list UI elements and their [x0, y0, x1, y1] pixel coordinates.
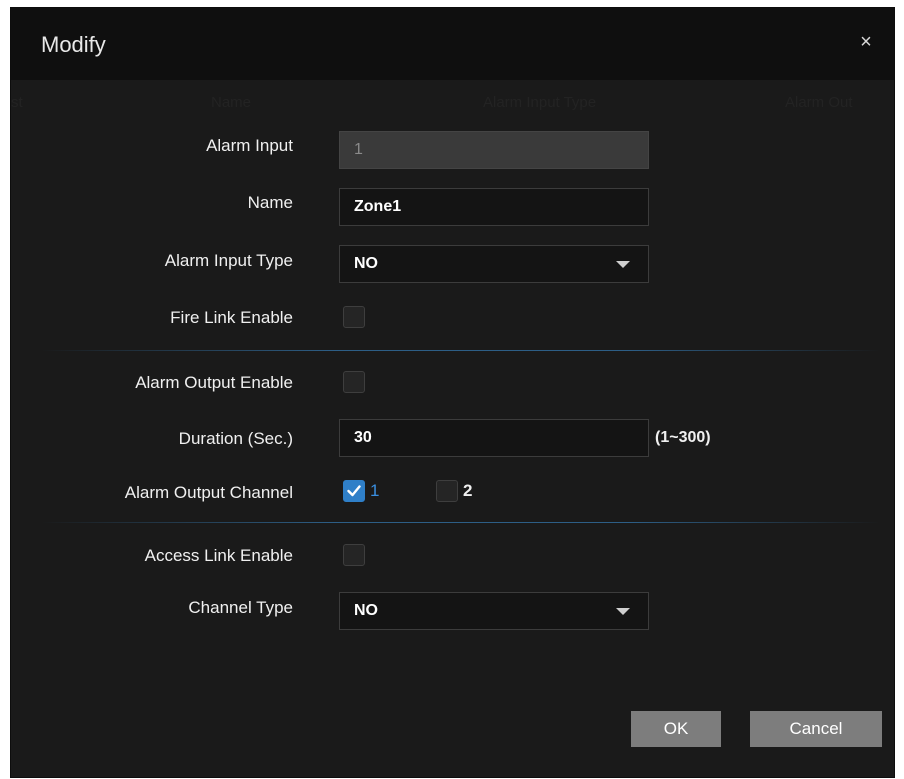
alarm-output-enable-label: Alarm Output Enable: [135, 373, 293, 392]
chevron-down-icon: [616, 608, 630, 615]
chevron-down-icon: [616, 261, 630, 268]
alarm-input-field: 1: [339, 131, 649, 169]
channel-1-label[interactable]: 1: [370, 481, 379, 501]
dialog-title: Modify: [41, 32, 106, 57]
alarm-input-label: Alarm Input: [206, 136, 293, 155]
alarm-input-type-value: NO: [354, 255, 378, 272]
duration-input[interactable]: 30: [339, 419, 649, 457]
background-col-4: Alarm Out: [785, 94, 853, 111]
dialog-titlebar: Modify ×: [11, 8, 894, 80]
fire-link-enable-checkbox[interactable]: [343, 306, 365, 328]
alarm-input-type-select[interactable]: NO: [339, 245, 649, 283]
name-input[interactable]: Zone1: [339, 188, 649, 226]
background-col-2: Name: [211, 94, 252, 111]
channel-type-select[interactable]: NO: [339, 592, 649, 630]
background-col-1: st: [11, 94, 23, 111]
checkmark-icon: [347, 485, 361, 497]
section-divider-1: [41, 350, 880, 351]
ok-button[interactable]: OK: [631, 711, 721, 747]
channel-1-checkbox[interactable]: [343, 480, 365, 502]
name-label: Name: [247, 193, 293, 212]
alarm-input-type-label: Alarm Input Type: [164, 251, 293, 270]
duration-label: Duration (Sec.): [178, 429, 293, 448]
channel-type-label: Channel Type: [188, 598, 293, 617]
section-divider-2: [41, 522, 880, 523]
access-link-enable-checkbox[interactable]: [343, 544, 365, 566]
alarm-output-enable-checkbox[interactable]: [343, 371, 365, 393]
close-icon[interactable]: ×: [854, 30, 878, 54]
background-col-3: Alarm Input Type: [483, 94, 597, 111]
modify-dialog: Modify × st Name Alarm Input Type Alarm …: [11, 8, 894, 777]
access-link-enable-label: Access Link Enable: [144, 546, 293, 565]
duration-range-hint: (1~300): [655, 429, 711, 446]
alarm-output-channel-label: Alarm Output Channel: [124, 483, 293, 502]
background-table-header: st Name Alarm Input Type Alarm Out: [11, 92, 894, 116]
fire-link-enable-label: Fire Link Enable: [170, 308, 293, 327]
channel-2-label[interactable]: 2: [463, 481, 472, 501]
channel-2-checkbox[interactable]: [436, 480, 458, 502]
cancel-button[interactable]: Cancel: [750, 711, 882, 747]
channel-type-value: NO: [354, 602, 378, 619]
